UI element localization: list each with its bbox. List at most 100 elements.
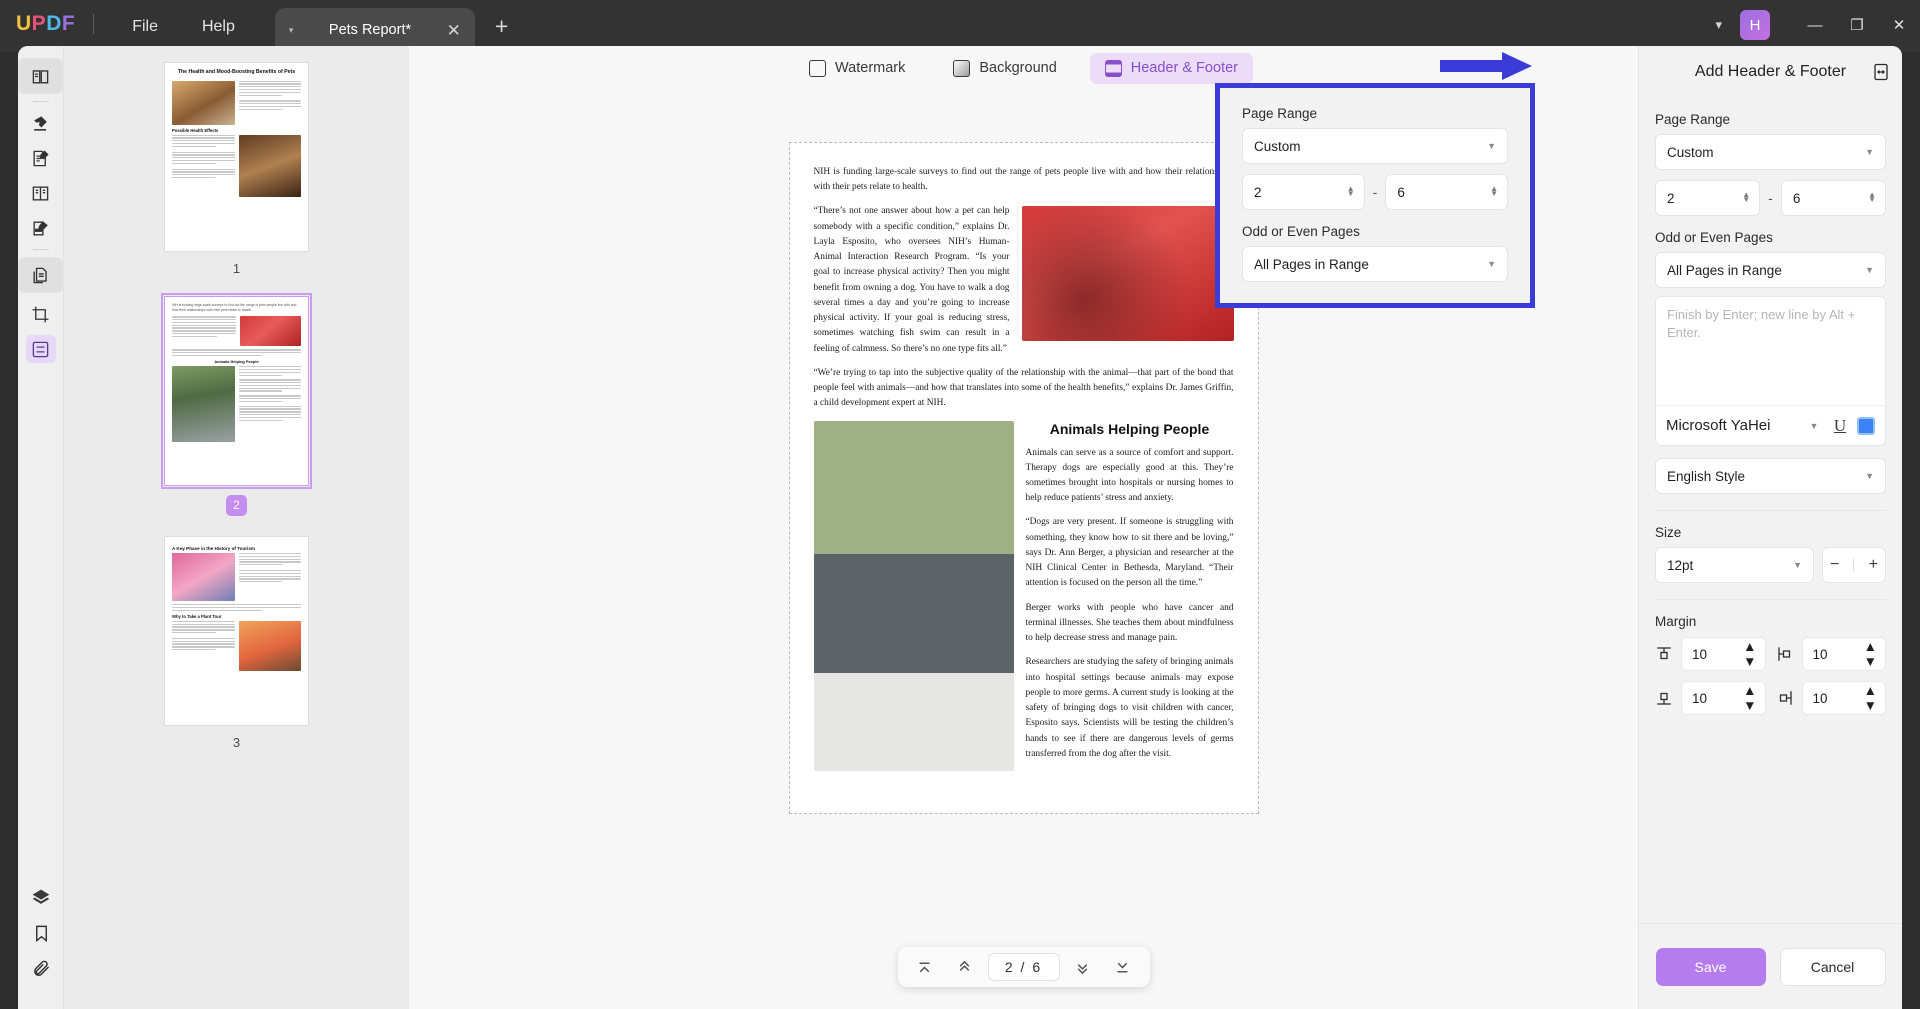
chevron-down-icon[interactable]: ▾ [1697,17,1740,33]
thumbnail-page-number: 1 [232,261,241,276]
watermark-icon [809,59,827,77]
style-select[interactable]: English Style ▼ [1655,458,1886,494]
stepper-arrows-icon[interactable]: ▲ ▼ [1868,191,1876,204]
layers-icon[interactable] [26,884,56,912]
annotate-icon[interactable] [26,214,56,242]
organize-pages-icon[interactable] [18,257,63,293]
logo-letter-d: D [46,12,62,35]
thumb-subtitle: Possible Health Effects [172,127,219,133]
size-select[interactable]: 12pt ▼ [1655,547,1814,583]
stepper-arrows-icon[interactable]: ▲ ▼ [1864,683,1877,713]
stepper-arrows-icon[interactable]: ▲ ▼ [1864,639,1877,669]
reader-icon[interactable] [18,58,63,94]
first-page-icon[interactable] [908,952,942,982]
logo-letter-u: U [16,12,32,35]
stepper-arrows-icon[interactable]: ▲ ▼ [1743,683,1756,713]
margin-top-icon [1655,645,1673,663]
page-number-input[interactable]: 2 / 6 [987,953,1060,981]
comment-icon[interactable] [26,179,56,207]
odd-even-value: All Pages in Range [1667,262,1782,278]
page-range-mode-select[interactable]: Custom ▼ [1655,134,1886,170]
page-navigation-bar[interactable]: 2 / 6 [897,947,1150,987]
highlighter-icon[interactable] [26,109,56,137]
size-increase-button[interactable]: + [1869,556,1878,574]
maximize-button[interactable]: ❐ [1836,16,1878,34]
tab-header-footer[interactable]: Header & Footer [1089,52,1253,84]
thumbnail-page-1[interactable]: The Health and Mood-Boosting Benefits of… [164,62,309,252]
thumbnail-page-2[interactable]: NIH is funding large-scale surveys to fi… [161,293,312,489]
chevron-down-icon: ▼ [1865,147,1874,157]
previous-page-icon[interactable] [948,952,982,982]
page-range-mode-select-highlight[interactable]: Custom ▼ [1242,128,1508,164]
thumbnail-item[interactable]: The Health and Mood-Boosting Benefits of… [164,62,309,276]
thumb-title: The Health and Mood-Boosting Benefits of… [177,69,296,75]
stepper-arrows-icon[interactable]: ▲ ▼ [1490,185,1498,198]
thumbnail-item[interactable]: A Key Phase in the History of Tourism Wh… [164,536,309,750]
minimize-button[interactable]: — [1794,17,1836,34]
page-tools-icon[interactable] [25,335,56,363]
thumbnail-page-3[interactable]: A Key Phase in the History of Tourism Wh… [164,536,309,726]
font-family-select[interactable]: Microsoft YaHei [1666,417,1797,434]
chevron-down-icon[interactable]: ▼ [1805,421,1823,431]
chevron-down-icon: ▼ [1793,560,1802,570]
save-button[interactable]: Save [1655,947,1766,986]
document-tab-title: Pets Report* [328,22,412,38]
edit-pdf-icon[interactable] [26,144,56,172]
avatar[interactable]: H [1740,10,1770,40]
stepper-divider [1853,558,1855,572]
document-page[interactable]: NIH is funding large-scale surveys to fi… [788,142,1259,814]
margin-left-input[interactable]: 10 ▲ ▼ [1801,637,1886,671]
bookmark-icon[interactable] [26,919,56,947]
margin-top-input[interactable]: 10 ▲ ▼ [1681,637,1766,671]
crop-icon[interactable] [26,300,56,328]
thumbnail-item[interactable]: NIH is funding large-scale surveys to fi… [161,293,312,516]
expand-panel-icon[interactable] [1872,62,1890,82]
annotation-arrow-icon [1440,52,1532,80]
margin-right-input[interactable]: 10 ▲ ▼ [1801,681,1886,715]
tab-background[interactable]: Background [938,53,1071,84]
close-icon[interactable]: ✕ [447,22,461,39]
stepper-arrows-icon[interactable]: ▲ ▼ [1347,185,1355,198]
panel-footer: Save Cancel [1639,923,1902,1009]
next-page-icon[interactable] [1066,952,1100,982]
panel-body: Page Range Custom ▼ 2 ▲ ▼ - 6 ▲ ▼ Odd or E… [1639,98,1902,923]
margin-bottom-cell: 10 ▲ ▼ [1655,681,1766,715]
header-footer-panel: Add Header & Footer Page Range Custom ▼ … [1638,46,1902,1009]
margin-bottom-value: 10 [1692,690,1708,706]
size-decrease-button[interactable]: − [1830,556,1839,574]
background-icon [953,59,971,77]
logo-letter-p: P [31,12,47,35]
page-range-label: Page Range [1655,112,1731,127]
close-window-button[interactable]: ✕ [1878,16,1920,34]
size-row: 12pt ▼ − + [1655,547,1886,583]
page-range-from-input[interactable]: 2 ▲ ▼ [1655,180,1761,216]
margin-left-cell: 10 ▲ ▼ [1776,637,1886,671]
odd-even-select[interactable]: All Pages in Range ▼ [1655,252,1886,288]
text-color-swatch[interactable] [1857,416,1875,435]
panel-title-bar: Add Header & Footer [1639,46,1902,98]
margin-bottom-input[interactable]: 10 ▲ ▼ [1681,681,1766,715]
page-range-from-input-highlight[interactable]: 2 ▲ ▼ [1242,174,1365,210]
dogs-in-costumes-image [1021,206,1234,342]
thumb-subtitle: Animals Helping People [214,359,259,365]
stepper-arrows-icon[interactable]: ▲ ▼ [1742,191,1750,204]
page-range-from-value-highlight: 2 [1254,184,1262,200]
margin-right-value: 10 [1812,690,1828,706]
header-footer-textarea[interactable]: Finish by Enter; new line by Alt + Enter… [1656,297,1885,405]
tab-watermark[interactable]: Watermark [794,53,920,84]
page-range-to-input[interactable]: 6 ▲ ▼ [1780,180,1887,216]
margin-left-value: 10 [1812,646,1828,662]
header-footer-text-editor[interactable]: Finish by Enter; new line by Alt + Enter… [1655,296,1886,446]
odd-even-select-highlight[interactable]: All Pages in Range ▼ [1242,246,1508,282]
underline-icon[interactable]: U [1831,416,1849,436]
page-range-to-input-highlight[interactable]: 6 ▲ ▼ [1385,174,1509,210]
thumbnail-panel[interactable]: The Health and Mood-Boosting Benefits of… [64,46,409,1009]
cancel-button[interactable]: Cancel [1779,947,1886,986]
stepper-arrows-icon[interactable]: ▲ ▼ [1743,639,1756,669]
thumb-title: A Key Phase in the History of Tourism [172,546,255,551]
new-tab-button[interactable]: + [495,13,508,40]
last-page-icon[interactable] [1106,952,1140,982]
size-stepper[interactable]: − + [1822,547,1886,583]
attachment-icon[interactable] [26,954,56,982]
tab-watermark-label: Watermark [835,60,906,76]
